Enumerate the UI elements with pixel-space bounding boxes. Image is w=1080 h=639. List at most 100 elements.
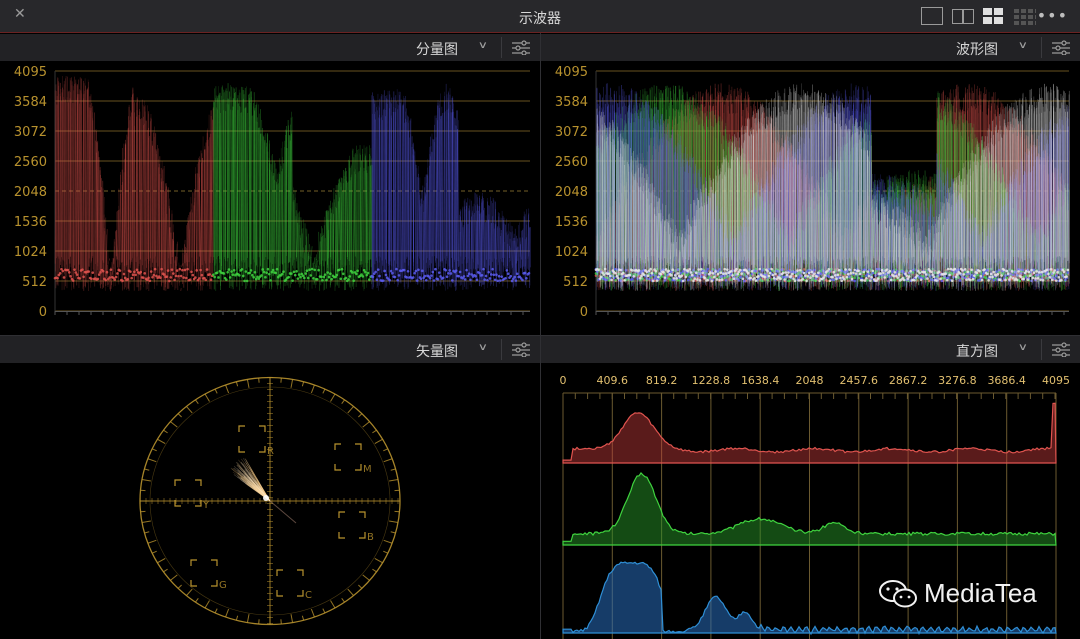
trace-dot [179,274,183,278]
layout-quad-icon[interactable] [983,7,1005,25]
trace-dot [264,275,267,279]
chevron-down-icon[interactable]: ∨ [1018,39,1028,50]
trace-dot [222,272,226,275]
trace-dot [73,268,76,271]
trace-dot [457,274,461,278]
trace-dot [139,270,143,274]
trace-dot [208,273,211,276]
trace-dot [430,274,433,277]
trace-dot [271,268,275,272]
trace-dot [339,277,343,281]
trace-dot [523,271,527,275]
more-icon[interactable]: ••• [1037,6,1068,25]
trace-dot [423,274,427,278]
trace-dot [198,277,201,280]
y-tick-label: 2560 [555,155,588,170]
trace-dot [99,271,102,274]
trace-dot [69,275,72,278]
trace-dot [91,271,94,274]
trace-dot [116,272,119,275]
trace-dot [101,269,105,273]
trace-dot [248,271,252,275]
trace-dot [151,276,154,279]
trace-dot [304,272,307,275]
trace-dot [330,277,333,281]
trace-dot [291,279,294,282]
trace-dot [194,276,197,279]
trace-dot [397,274,401,277]
trace-dot [188,278,192,281]
trace-dot [261,268,265,271]
trace-dot [327,275,331,279]
trace [510,232,513,266]
trace-dot [305,269,309,272]
layout-two-up-icon[interactable] [952,7,974,25]
trace-dot [159,276,162,280]
trace-dot [205,268,209,271]
trace-dot [405,276,409,279]
trace-dot [361,275,365,278]
trace-dot [668,278,672,281]
parade-dropdown[interactable]: 分量图 [416,39,458,59]
trace-dot [491,267,494,271]
trace-dot [190,270,193,274]
trace [182,248,184,288]
trace-dot [388,278,392,282]
trace-dot [467,272,471,276]
trace-dot [344,276,348,280]
trace-dot [687,278,690,282]
trace-dot [260,274,263,277]
trace-group [53,76,531,292]
settings-sliders-icon[interactable] [1052,40,1070,55]
waveform-dropdown[interactable]: 波形图 [956,39,998,59]
trace-dot [168,279,171,283]
parade-panel: 分量图 ∨ 4095 3584 3072 2560 2048 1536 1024 512 0 [0,34,540,335]
trace-dot [142,276,145,279]
trace-dot [447,272,450,275]
trace-dot [231,273,235,277]
trace-dot [275,267,279,271]
trace-dot [648,277,651,281]
settings-sliders-icon[interactable] [512,40,530,55]
trace-dot [253,271,257,274]
trace-dot [527,271,531,275]
trace-dot [295,270,298,273]
trace-dot [269,279,272,282]
trace-dot [282,270,285,273]
trace-dot [478,271,481,275]
trace-dot [172,272,175,275]
trace-dot [118,269,122,272]
waveform-panel: 波形图 ∨ 4095 3584 3072 2560 2048 1536 1024 512 0 [541,34,1080,335]
waveform-scope: 4095 3584 3072 2560 2048 1536 1024 512 0 [555,65,1070,320]
trace-dot [266,267,270,271]
trace-dot [301,274,305,278]
trace-dot [335,273,339,277]
trace-dot [413,271,416,275]
trace-dot [162,273,166,276]
trace-dot [466,274,470,278]
trace-dot [238,274,241,277]
trace-dot [313,268,317,272]
trace-dot [496,279,500,283]
trace-dot [309,274,313,277]
trace-dot [414,269,418,273]
trace-dot [215,271,219,275]
chevron-down-icon[interactable]: ∨ [478,39,488,50]
trace-dot [396,278,399,282]
trace-dot [378,274,381,278]
trace-dot [310,267,314,271]
y-tick-label: 1536 [555,215,588,230]
layout-grid-icon[interactable] [1014,7,1036,25]
trace-dot [480,273,484,277]
trace-dot [183,268,187,272]
trace-dot [368,278,371,281]
trace-dot [352,279,356,283]
trace-dot [681,270,685,273]
trace-dot [382,279,385,282]
layout-single-icon[interactable] [921,7,943,25]
trace-dot [254,277,258,281]
trace-dot [262,270,266,274]
trace-dot [374,270,377,274]
trace-dot [463,278,467,281]
trace-dot [492,273,496,277]
